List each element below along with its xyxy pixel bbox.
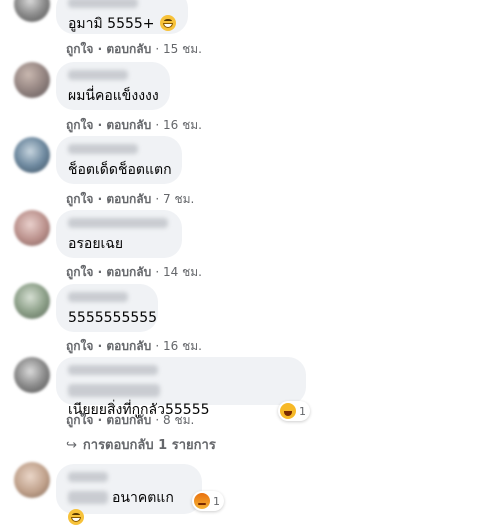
comment-text: อูมามิ 5555+ [68, 16, 155, 32]
like-button[interactable]: ถูกใจ [66, 42, 93, 56]
reply-button[interactable]: ตอบกลับ [106, 118, 151, 132]
comment-text: ช็อตเด็ดช็อตแตก [68, 162, 172, 178]
timestamp[interactable]: 16 ชม. [163, 339, 202, 353]
commenter-name[interactable] [68, 218, 168, 228]
reply-button[interactable]: ตอบกลับ [106, 413, 151, 427]
avatar[interactable] [14, 137, 50, 173]
like-button[interactable]: ถูกใจ [66, 192, 93, 206]
commenter-name[interactable] [68, 144, 138, 154]
comment-actions: ถูกใจ · ตอบกลับ · 14 ชม. [66, 265, 202, 279]
avatar[interactable] [14, 0, 50, 22]
reaction-summary[interactable]: 1 [278, 401, 310, 421]
comment-bubble: อนาคตแก [56, 464, 202, 525]
comment-actions: ถูกใจ · ตอบกลับ · 7 ชม. [66, 192, 195, 206]
timestamp[interactable]: 15 ชม. [163, 42, 202, 56]
commenter-name[interactable] [68, 70, 128, 80]
comment-text: อนาคตแก [112, 490, 174, 506]
avatar[interactable] [14, 210, 50, 246]
commenter-name[interactable] [68, 0, 138, 8]
mention-tag[interactable] [68, 491, 108, 504]
comment-bubble: 5555555555 [56, 284, 158, 332]
comment-bubble: อูมามิ 5555+ [56, 0, 188, 34]
avatar[interactable] [14, 462, 50, 498]
timestamp[interactable]: 8 ชม. [163, 413, 194, 427]
comment-actions: ถูกใจ · ตอบกลับ · 15 ชม. [66, 42, 202, 56]
comment-actions: ถูกใจ · ตอบกลับ · 16 ชม. [66, 118, 202, 132]
commenter-name[interactable] [68, 365, 158, 375]
avatar[interactable] [14, 357, 50, 393]
reply-arrow-icon: ↪ [66, 438, 77, 453]
comment-actions: ถูกใจ · ตอบกลับ · 16 ชม. [66, 339, 202, 353]
laughing-emoji-icon [68, 509, 84, 525]
comment-bubble: ผมนี่คอแข็งงงง [56, 62, 170, 110]
view-replies-link[interactable]: ↪ การตอบกลับ 1 รายการ [66, 434, 216, 455]
like-button[interactable]: ถูกใจ [66, 413, 93, 427]
reply-button[interactable]: ตอบกลับ [106, 42, 151, 56]
comment-text: อรอยเฉย [68, 236, 124, 252]
view-replies-label: การตอบกลับ 1 รายการ [82, 438, 216, 453]
reply-button[interactable]: ตอบกลับ [106, 192, 151, 206]
comment-actions: ถูกใจ · ตอบกลับ · 8 ชม. [66, 413, 195, 427]
reaction-count: 1 [299, 404, 306, 418]
comment-bubble: อรอยเฉย [56, 210, 182, 258]
commenter-name[interactable] [68, 292, 128, 302]
haha-reaction-icon [280, 403, 296, 419]
angry-reaction-icon [194, 493, 210, 509]
reaction-summary[interactable]: 1 [192, 491, 224, 511]
comment-bubble: เนียยยสิ่งที่กูกลัว55555 [56, 357, 306, 418]
comment-text: ผมนี่คอแข็งงงง [68, 88, 159, 104]
comment-bubble: ช็อตเด็ดช็อตแตก [56, 136, 182, 184]
reply-button[interactable]: ตอบกลับ [106, 339, 151, 353]
commenter-name[interactable] [68, 472, 108, 482]
like-button[interactable]: ถูกใจ [66, 118, 93, 132]
timestamp[interactable]: 16 ชม. [163, 118, 202, 132]
avatar[interactable] [14, 62, 50, 98]
like-button[interactable]: ถูกใจ [66, 339, 93, 353]
reply-button[interactable]: ตอบกลับ [106, 265, 151, 279]
mention-tag[interactable] [68, 384, 160, 397]
grinning-emoji-icon [159, 15, 176, 31]
comment-text: 5555555555 [68, 310, 158, 326]
reaction-count: 1 [213, 494, 220, 508]
like-button[interactable]: ถูกใจ [66, 265, 93, 279]
timestamp[interactable]: 7 ชม. [163, 192, 194, 206]
timestamp[interactable]: 14 ชม. [163, 265, 202, 279]
avatar[interactable] [14, 283, 50, 319]
